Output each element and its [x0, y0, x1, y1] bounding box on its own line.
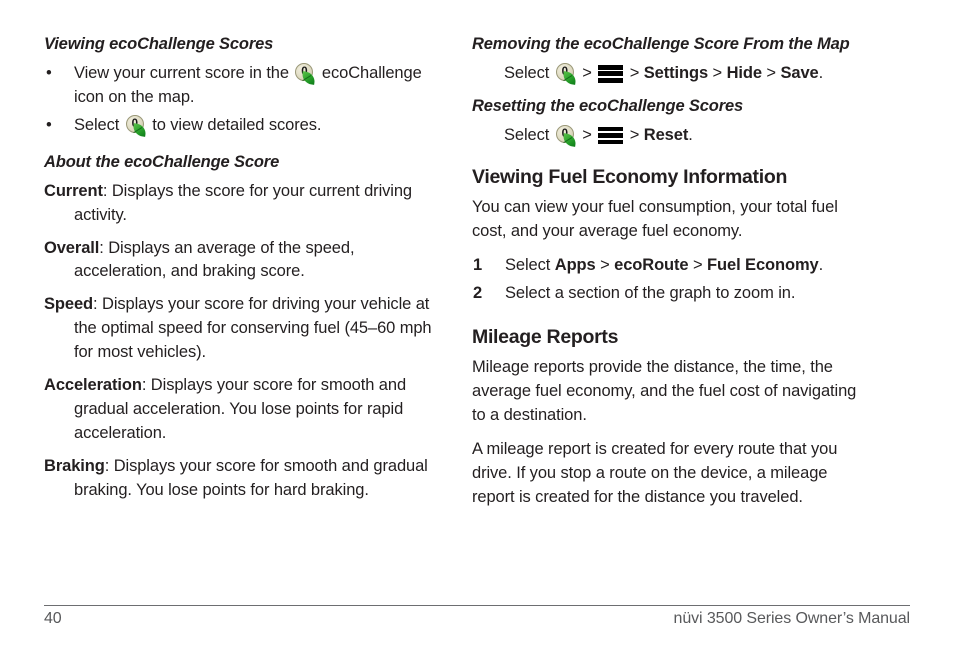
manual-title: nüvi 3500 Series Owner’s Manual	[673, 610, 911, 627]
definition-braking: Braking: Displays your score for smooth …	[44, 455, 444, 503]
heading-about-the-ecochallenge-score: About the ecoChallenge Score	[44, 152, 280, 171]
right-column: Removing the ecoChallenge Score From the…	[472, 34, 872, 520]
step-separator: >	[761, 63, 781, 82]
fuel-economy-intro-paragraph: You can view your fuel consumption, your…	[472, 198, 838, 241]
ecochallenge-scores-bullet-list: •View your current score in the 0 ecoCha…	[44, 62, 444, 138]
step-separator: >	[595, 255, 615, 274]
step-separator: >	[577, 63, 597, 82]
definition-current: Current: Displays the score for your cur…	[44, 180, 444, 228]
list-item: 1 Select Apps > ecoRoute > Fuel Economy.	[472, 254, 872, 278]
step-item-apps: Apps	[554, 255, 596, 274]
left-column: Viewing ecoChallenge Scores • View your c…	[44, 34, 444, 512]
mileage-reports-paragraph-2: A mileage report is created for every ro…	[472, 439, 838, 506]
definition-text: : Displays the score for your current dr…	[74, 181, 413, 224]
definition-overall: Overall: Displays an average of the spee…	[44, 237, 444, 285]
menu-icon	[598, 64, 624, 83]
step-remove-score: Select 0 > > Settings > Hide > Save.	[472, 62, 872, 86]
step-text: Select a section of the graph to zoom in…	[505, 283, 796, 302]
fuel-economy-step-list: 1 Select Apps > ecoRoute > Fuel Economy. …	[472, 254, 872, 306]
bullet-dot-icon: •	[46, 63, 52, 82]
ecochallenge-score-icon: 0	[555, 124, 577, 147]
step-item-reset: Reset	[643, 125, 689, 144]
step-separator: >	[708, 63, 727, 82]
definition-term: Current	[44, 181, 103, 200]
step-separator: >	[625, 125, 644, 144]
definition-acceleration: Acceleration: Displays your score for sm…	[44, 374, 444, 446]
ecochallenge-score-icon: 0	[555, 62, 577, 85]
menu-icon	[598, 126, 624, 145]
step-item-save: Save	[780, 63, 819, 82]
definition-speed: Speed: Displays your score for driving y…	[44, 293, 444, 365]
step-separator: >	[577, 125, 597, 144]
step-number: 2	[473, 283, 483, 302]
ecochallenge-score-icon: 0	[125, 114, 147, 137]
step-separator: >	[625, 63, 644, 82]
list-item: • Select 0 to view detailed scores.	[44, 114, 444, 138]
step-period: .	[818, 63, 824, 82]
definition-text: : Displays your score for driving your v…	[74, 295, 432, 362]
definition-text: : Displays your score for smooth and gra…	[74, 456, 428, 499]
bullet-text-before-icon: Select	[74, 115, 124, 134]
bullet-dot-icon: •	[46, 115, 52, 134]
definition-text: : Displays an average of the speed, acce…	[74, 238, 355, 281]
heading-resetting-the-ecochallenge-scores: Resetting the ecoChallenge Scores	[472, 96, 744, 115]
step-number: 1	[473, 255, 483, 274]
bullet-text-after-icon: to view detailed scores.	[147, 115, 322, 134]
definition-term: Acceleration	[44, 376, 142, 395]
page-number: 40	[44, 610, 62, 627]
step-lead-text: Select	[505, 255, 555, 274]
mileage-reports-paragraph-1: Mileage reports provide the distance, th…	[472, 358, 857, 425]
heading-mileage-reports: Mileage Reports	[472, 325, 619, 348]
heading-viewing-ecochallenge-scores: Viewing ecoChallenge Scores	[44, 35, 274, 53]
step-item-fuel-economy: Fuel Economy	[707, 255, 819, 274]
step-lead-text: Select	[504, 63, 554, 82]
step-item-hide: Hide	[726, 63, 762, 82]
step-period: .	[688, 125, 693, 144]
ecochallenge-score-icon: 0	[294, 62, 317, 85]
list-item: 2 Select a section of the graph to zoom i…	[472, 282, 872, 306]
step-period: .	[818, 255, 824, 274]
definition-term: Overall	[44, 238, 100, 257]
page-footer: 40 nüvi 3500 Series Owner’s Manual	[44, 610, 910, 640]
footer-divider	[44, 605, 910, 606]
step-item-settings: Settings	[643, 63, 709, 82]
two-column-body: Viewing ecoChallenge Scores • View your c…	[0, 0, 954, 600]
definition-term: Speed	[44, 295, 94, 314]
list-item: •View your current score in the 0 ecoCha…	[44, 62, 444, 110]
definition-term: Braking	[44, 456, 105, 475]
step-reset-scores: Select 0 > > Reset.	[472, 124, 872, 148]
step-item-ecoroute: ecoRoute	[614, 255, 689, 274]
heading-viewing-fuel-economy-information: Viewing Fuel Economy Information	[472, 165, 788, 188]
step-lead-text: Select	[504, 125, 554, 144]
manual-page: Viewing ecoChallenge Scores • View your c…	[0, 0, 954, 672]
step-separator: >	[688, 255, 708, 274]
bullet-text-before-icon: View your current score in the	[74, 63, 294, 82]
heading-removing-ecochallenge-score-from-map: Removing the ecoChallenge Score From the…	[472, 35, 850, 53]
